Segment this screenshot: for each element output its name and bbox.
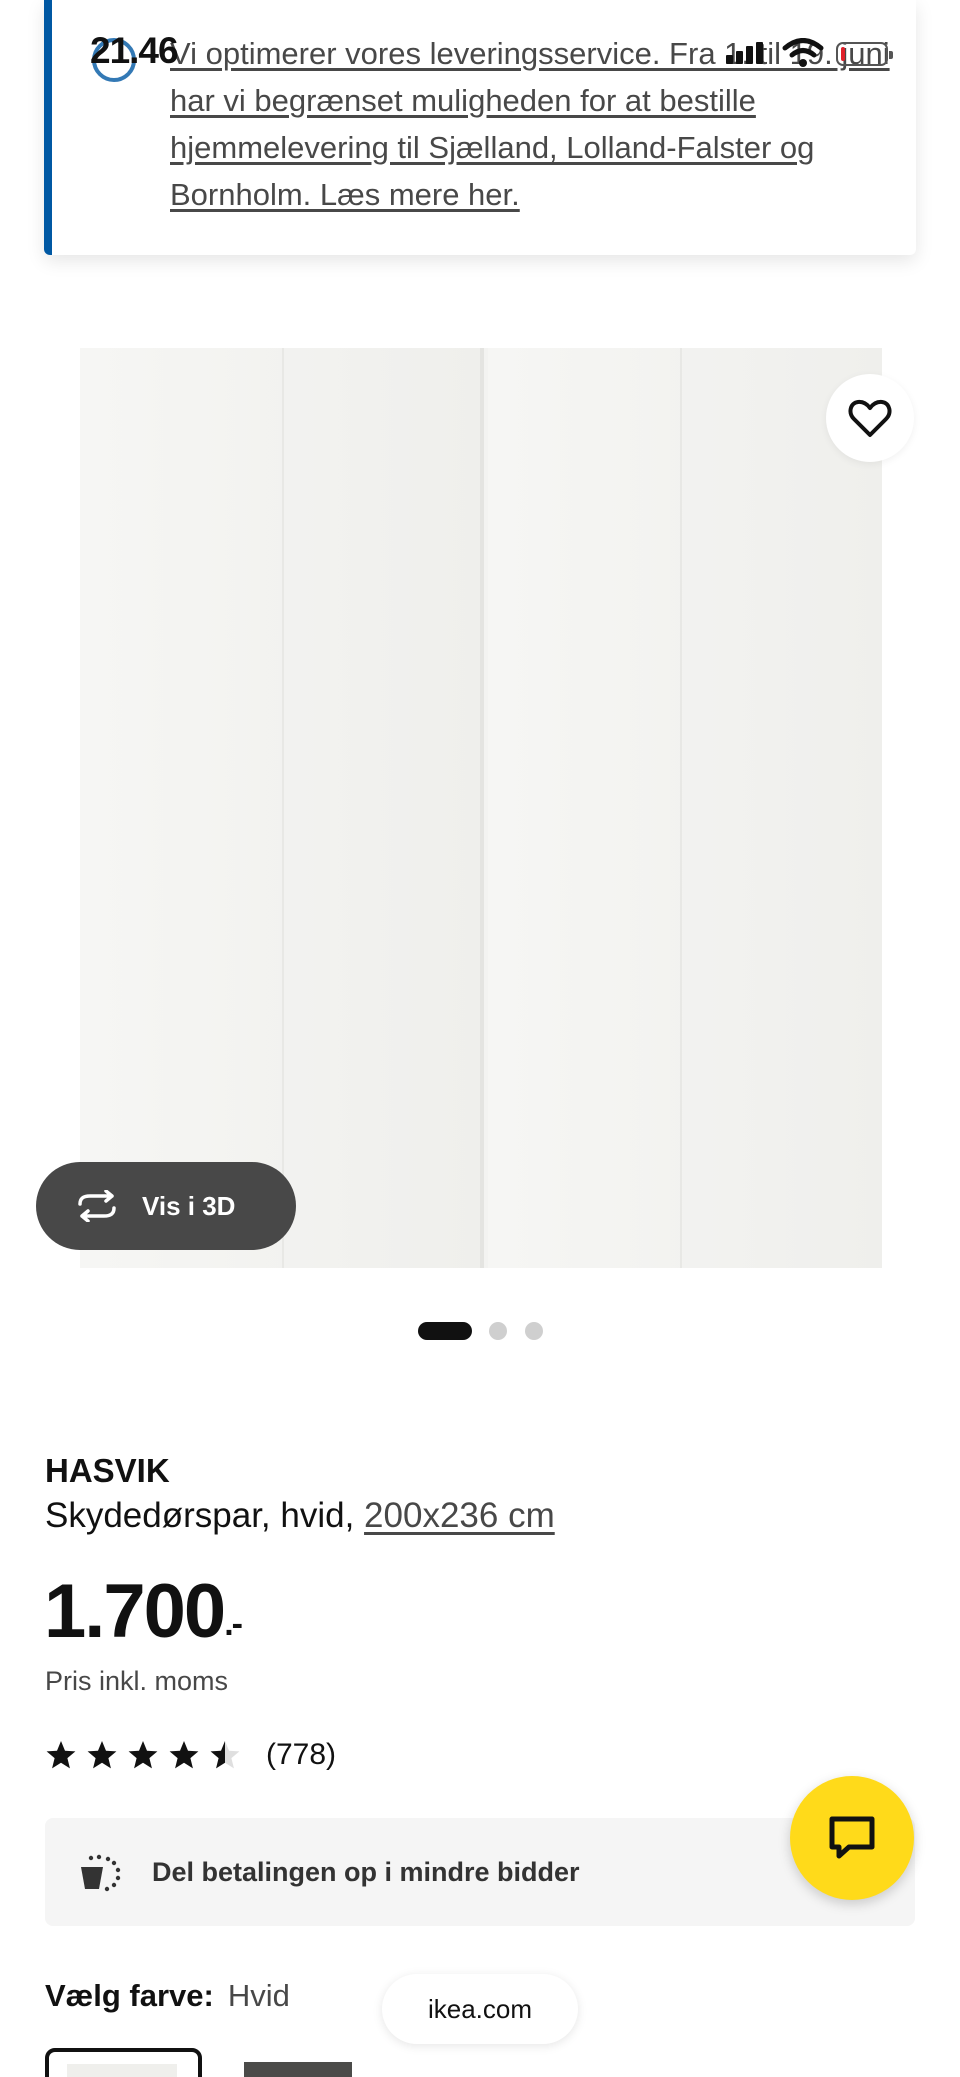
rotate-3d-icon: [78, 1190, 116, 1222]
wifi-icon: [782, 38, 824, 67]
price-value: 1.700: [44, 1569, 226, 1654]
product-image[interactable]: [80, 348, 882, 1268]
browser-url: ikea.com: [427, 1993, 533, 2024]
door-right: [488, 348, 882, 1268]
product-name: HASVIK: [45, 1452, 170, 1489]
product-price: 1.700.-: [44, 1568, 243, 1655]
rating[interactable]: (778): [45, 1738, 336, 1772]
heart-icon: [848, 399, 892, 437]
color-swatch-white[interactable]: [45, 2048, 202, 2077]
star-icon: [128, 1741, 158, 1769]
half-star-icon: [210, 1741, 240, 1769]
chat-icon: [829, 1816, 875, 1859]
color-label: Vælg farve:: [45, 1978, 214, 2013]
door-left: [80, 348, 484, 1268]
battery-icon: [836, 42, 893, 66]
star-icon: [169, 1741, 199, 1769]
view-3d-button[interactable]: Vis i 3D: [36, 1162, 296, 1250]
split-payment-icon: [81, 1854, 121, 1892]
color-selector-label: Vælg farve: Hvid: [45, 1978, 290, 2014]
browser-url-pill[interactable]: ikea.com: [382, 1974, 578, 2044]
installment-payment-text: Del betalingen op i mindre bidder: [152, 1856, 580, 1887]
installment-payment-banner[interactable]: Del betalingen op i mindre bidder: [45, 1818, 915, 1926]
gallery-dot-active[interactable]: [418, 1322, 472, 1340]
review-count[interactable]: (778): [266, 1738, 336, 1772]
chat-button[interactable]: [790, 1776, 914, 1900]
product-size-link[interactable]: 200x236 cm: [364, 1496, 555, 1535]
status-icons: [726, 38, 901, 68]
color-value: Hvid: [227, 1978, 290, 2013]
status-time: 21.46: [90, 30, 179, 71]
price-note: Pris inkl. moms: [45, 1666, 229, 1696]
favorite-button[interactable]: [826, 374, 914, 462]
gallery-pagination: [0, 1322, 960, 1342]
view-3d-label: Vis i 3D: [142, 1190, 236, 1221]
star-icon: [87, 1741, 117, 1769]
product-description: Skydedørspar, hvid, 200x236 cm: [45, 1496, 555, 1536]
price-suffix: .-: [224, 1605, 243, 1643]
star-icon: [46, 1741, 76, 1769]
gallery-dot[interactable]: [525, 1322, 543, 1340]
gallery-dot[interactable]: [489, 1322, 507, 1340]
color-swatch-dark[interactable]: [244, 2062, 352, 2077]
product-type: Skydedørspar, hvid,: [45, 1496, 365, 1535]
